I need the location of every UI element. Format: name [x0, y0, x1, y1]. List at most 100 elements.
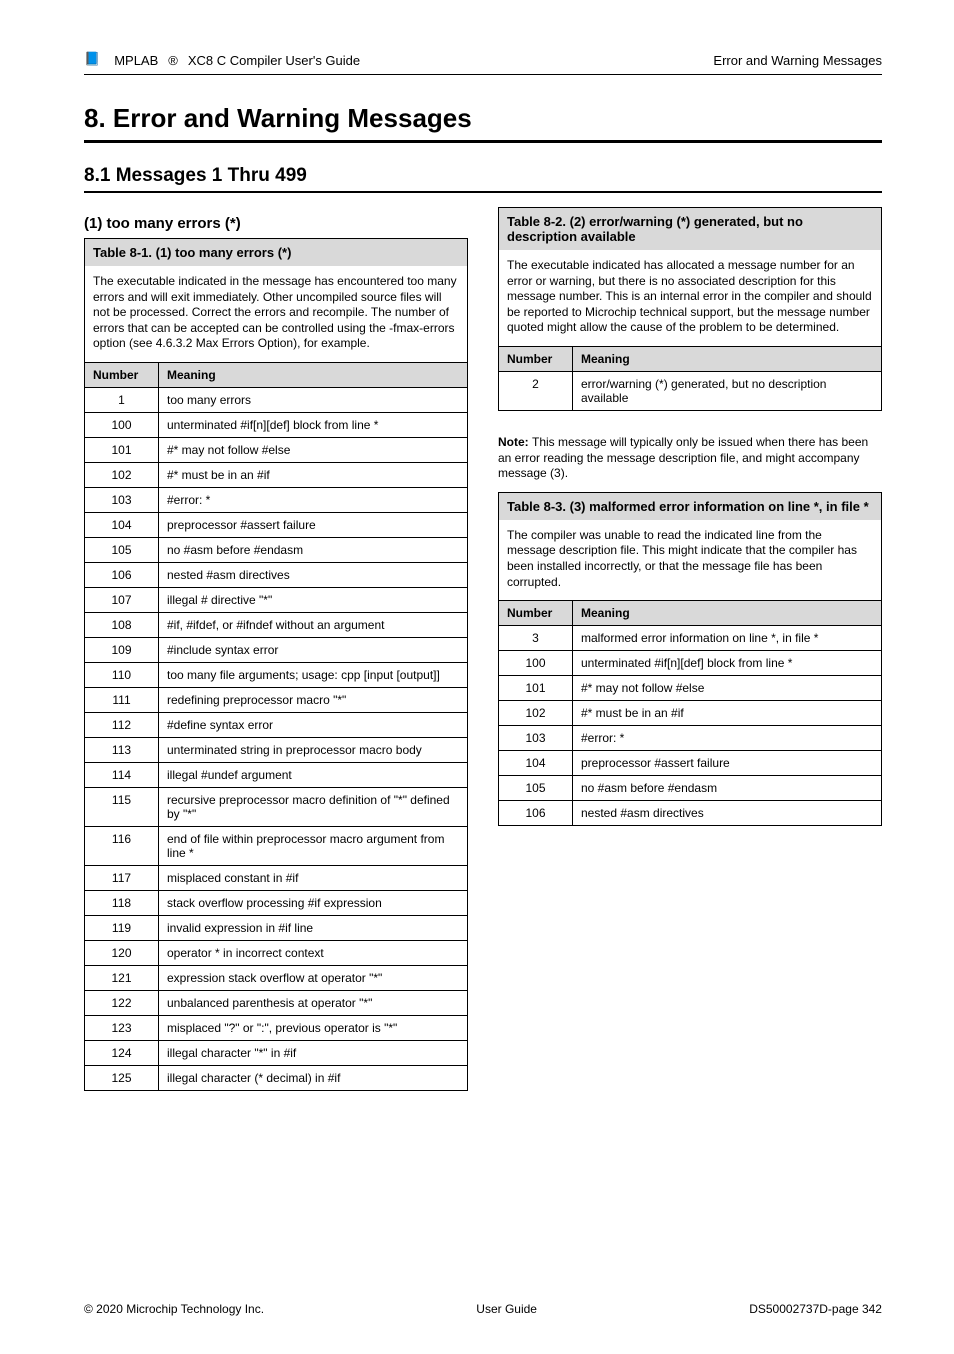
- table-row: 102#* must be in an #if: [499, 701, 882, 726]
- cell-meaning: #* may not follow #else: [573, 676, 882, 701]
- table-row: 104preprocessor #assert failure: [499, 751, 882, 776]
- cell-number: 113: [85, 737, 159, 762]
- cell-meaning: nested #asm directives: [159, 562, 468, 587]
- section-title: 8. Error and Warning Messages: [84, 103, 882, 143]
- table-row: 123misplaced "?" or ":", previous operat…: [85, 1015, 468, 1040]
- table-row: 109#include syntax error: [85, 637, 468, 662]
- table-row: 108#if, #ifdef, or #ifndef without an ar…: [85, 612, 468, 637]
- cell-number: 100: [85, 412, 159, 437]
- cell-meaning: preprocessor #assert failure: [573, 751, 882, 776]
- table-row: 113unterminated string in preprocessor m…: [85, 737, 468, 762]
- footer-copyright: © 2020 Microchip Technology Inc.: [84, 1302, 264, 1316]
- cell-meaning: expression stack overflow at operator "*…: [159, 965, 468, 990]
- header-title-sup: ®: [168, 53, 178, 68]
- cell-number: 105: [499, 776, 573, 801]
- note-block: Note: This message will typically only b…: [498, 435, 882, 482]
- col-meaning: Meaning: [159, 362, 468, 387]
- two-column-layout: (1) too many errors (*) Table 8-1. (1) t…: [84, 207, 882, 1115]
- cell-number: 103: [499, 726, 573, 751]
- subsection-title: 8.1 Messages 1 Thru 499: [84, 165, 882, 193]
- cell-meaning: unbalanced parenthesis at operator "*": [159, 990, 468, 1015]
- table-header-row: Number Meaning: [499, 346, 882, 371]
- table-header-row: Number Meaning: [85, 362, 468, 387]
- cell-meaning: error/warning (*) generated, but no desc…: [573, 371, 882, 410]
- table-row: 2error/warning (*) generated, but no des…: [499, 371, 882, 410]
- cell-number: 121: [85, 965, 159, 990]
- cell-meaning: unterminated #if[n][def] block from line…: [159, 412, 468, 437]
- table-row: 106nested #asm directives: [499, 801, 882, 826]
- page-header: 📘 MPLAB® XC8 C Compiler User's Guide Err…: [84, 52, 882, 75]
- table-row: 124illegal character "*" in #if: [85, 1040, 468, 1065]
- cell-meaning: preprocessor #assert failure: [159, 512, 468, 537]
- cell-number: 102: [499, 701, 573, 726]
- cell-number: 125: [85, 1065, 159, 1090]
- cell-meaning: illegal character "*" in #if: [159, 1040, 468, 1065]
- cell-meaning: unterminated #if[n][def] block from line…: [573, 651, 882, 676]
- header-right: Error and Warning Messages: [713, 53, 882, 68]
- cell-meaning: illegal # directive "*": [159, 587, 468, 612]
- page-footer: © 2020 Microchip Technology Inc. User Gu…: [84, 1302, 882, 1316]
- table-row: 116end of file within preprocessor macro…: [85, 826, 468, 865]
- footer-doc-type: User Guide: [476, 1302, 537, 1316]
- table-row: 103#error: *: [499, 726, 882, 751]
- cell-number: 106: [85, 562, 159, 587]
- cell-meaning: #if, #ifdef, or #ifndef without an argum…: [159, 612, 468, 637]
- table-row: 105no #asm before #endasm: [499, 776, 882, 801]
- cell-meaning: misplaced constant in #if: [159, 865, 468, 890]
- cell-number: 120: [85, 940, 159, 965]
- cell-meaning: operator * in incorrect context: [159, 940, 468, 965]
- note-label: Note:: [498, 435, 532, 449]
- cell-number: 100: [499, 651, 573, 676]
- table-desc-2: The executable indicated has allocated a…: [498, 250, 882, 346]
- col-meaning: Meaning: [573, 601, 882, 626]
- cell-number: 119: [85, 915, 159, 940]
- cell-number: 122: [85, 990, 159, 1015]
- cell-meaning: no #asm before #endasm: [573, 776, 882, 801]
- cell-number: 101: [499, 676, 573, 701]
- table-2: Number Meaning 2error/warning (*) genera…: [498, 346, 882, 411]
- cell-number: 2: [499, 371, 573, 410]
- cell-number: 115: [85, 787, 159, 826]
- cell-number: 116: [85, 826, 159, 865]
- table-row: 115recursive preprocessor macro definiti…: [85, 787, 468, 826]
- cell-meaning: end of file within preprocessor macro ar…: [159, 826, 468, 865]
- column-right: Table 8-2. (2) error/warning (*) generat…: [498, 207, 882, 850]
- header-title-1: MPLAB: [114, 53, 158, 68]
- cell-number: 103: [85, 487, 159, 512]
- table-row: 102#* must be in an #if: [85, 462, 468, 487]
- cell-meaning: recursive preprocessor macro definition …: [159, 787, 468, 826]
- cell-number: 108: [85, 612, 159, 637]
- table-row: 100unterminated #if[n][def] block from l…: [499, 651, 882, 676]
- table-row: 110too many file arguments; usage: cpp […: [85, 662, 468, 687]
- note-text: This message will typically only be issu…: [498, 435, 868, 480]
- header-title-2: XC8 C Compiler User's Guide: [188, 53, 360, 68]
- cell-number: 110: [85, 662, 159, 687]
- table-row: 106nested #asm directives: [85, 562, 468, 587]
- cell-meaning: malformed error information on line *, i…: [573, 626, 882, 651]
- table-1: Number Meaning 1too many errors100unterm…: [84, 362, 468, 1091]
- cell-number: 123: [85, 1015, 159, 1040]
- cell-number: 107: [85, 587, 159, 612]
- cell-meaning: unterminated string in preprocessor macr…: [159, 737, 468, 762]
- table-desc-3: The compiler was unable to read the indi…: [498, 520, 882, 600]
- cell-meaning: invalid expression in #if line: [159, 915, 468, 940]
- cell-number: 124: [85, 1040, 159, 1065]
- cell-meaning: stack overflow processing #if expression: [159, 890, 468, 915]
- table-3: Number Meaning 3malformed error informat…: [498, 600, 882, 826]
- table-header-row: Number Meaning: [499, 601, 882, 626]
- col-meaning: Meaning: [573, 346, 882, 371]
- table-row: 105no #asm before #endasm: [85, 537, 468, 562]
- table-caption-2: Table 8-2. (2) error/warning (*) generat…: [498, 207, 882, 250]
- cell-meaning: #* must be in an #if: [159, 462, 468, 487]
- table-row: 119invalid expression in #if line: [85, 915, 468, 940]
- cell-number: 105: [85, 537, 159, 562]
- cell-meaning: no #asm before #endasm: [159, 537, 468, 562]
- column-left: (1) too many errors (*) Table 8-1. (1) t…: [84, 207, 468, 1115]
- cell-meaning: nested #asm directives: [573, 801, 882, 826]
- cell-number: 102: [85, 462, 159, 487]
- cell-number: 104: [499, 751, 573, 776]
- cell-meaning: misplaced "?" or ":", previous operator …: [159, 1015, 468, 1040]
- cell-meaning: illegal #undef argument: [159, 762, 468, 787]
- message-heading-1: (1) too many errors (*): [84, 215, 468, 232]
- table-row: 112#define syntax error: [85, 712, 468, 737]
